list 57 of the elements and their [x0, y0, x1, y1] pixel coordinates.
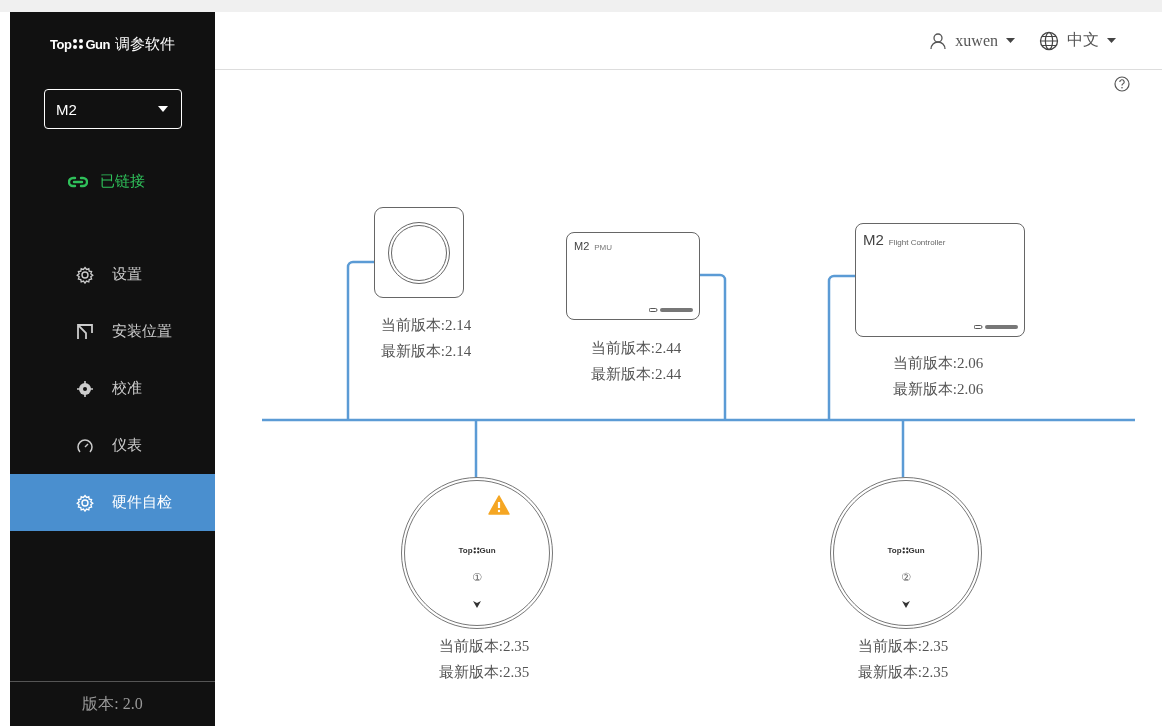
current-version: 当前版本:2.06 [892, 354, 984, 373]
logo-icon [974, 324, 1018, 330]
gear-icon [76, 265, 94, 284]
module-label: PMU [594, 243, 613, 252]
motor-module[interactable]: Top Gun ② [830, 477, 982, 629]
nav-item[interactable]: 设置 [10, 246, 215, 303]
logo-icon [901, 547, 909, 554]
globe-icon [1039, 30, 1059, 51]
user-menu[interactable]: xuwen [929, 31, 1015, 50]
chevron-icon [902, 601, 910, 608]
logo-icon [649, 307, 693, 313]
language-menu[interactable]: 中文 [1039, 30, 1116, 51]
motor-number: ① [471, 571, 483, 584]
crosshair-icon [76, 379, 94, 398]
model-label: M2 [574, 240, 590, 252]
module-label: Flight Controller [888, 238, 946, 247]
user-icon [929, 31, 948, 50]
logo-text: Gun [479, 546, 496, 555]
latest-version: 最新版本:2.44 [590, 365, 682, 384]
latest-version: 最新版本:2.14 [380, 342, 472, 361]
latest-version: 最新版本:2.06 [892, 380, 984, 399]
logo-text: Top [458, 546, 473, 555]
nav-item[interactable]: 仪表 [10, 417, 215, 474]
nav-item[interactable]: 安装位置 [10, 303, 215, 360]
logo-icon [472, 547, 480, 554]
caret-icon [1107, 38, 1116, 43]
caret-icon [158, 106, 168, 112]
gps-module[interactable] [374, 207, 464, 298]
current-version: 当前版本:2.35 [438, 637, 530, 656]
connector-line [474, 420, 478, 477]
nav-item[interactable]: 校准 [10, 360, 215, 417]
flight-controller-module[interactable]: M2 Flight Controller [855, 223, 1025, 337]
logo-icon [72, 38, 85, 50]
bracket-icon [76, 322, 94, 341]
logo-text: Top [50, 36, 72, 52]
device-select[interactable]: M2 [44, 89, 182, 129]
current-version: 当前版本:2.35 [857, 637, 949, 656]
current-version: 当前版本:2.44 [590, 339, 682, 358]
logo-text: Gun [908, 546, 925, 555]
latest-version: 最新版本:2.35 [857, 663, 949, 682]
connection-status: 已链接 [100, 172, 145, 191]
latest-version: 最新版本:2.35 [438, 663, 530, 682]
model-label: M2 [863, 231, 884, 248]
logo-text: Top [887, 546, 902, 555]
current-version: 当前版本:2.14 [380, 316, 472, 335]
pmu-module[interactable]: M2 PMU [566, 232, 700, 320]
motor-module[interactable]: Top Gun ① [401, 477, 553, 629]
chevron-icon [473, 601, 481, 608]
help-icon[interactable] [1114, 76, 1130, 92]
gauge-icon [76, 436, 94, 455]
app-title: 调参软件 [114, 34, 175, 54]
gear-icon [76, 493, 94, 512]
logo-text: Gun [85, 36, 110, 52]
version-label: 版本: 2.0 [10, 681, 215, 726]
motor-number: ② [900, 571, 912, 584]
connector-line [901, 420, 905, 477]
caret-icon [1006, 38, 1015, 43]
